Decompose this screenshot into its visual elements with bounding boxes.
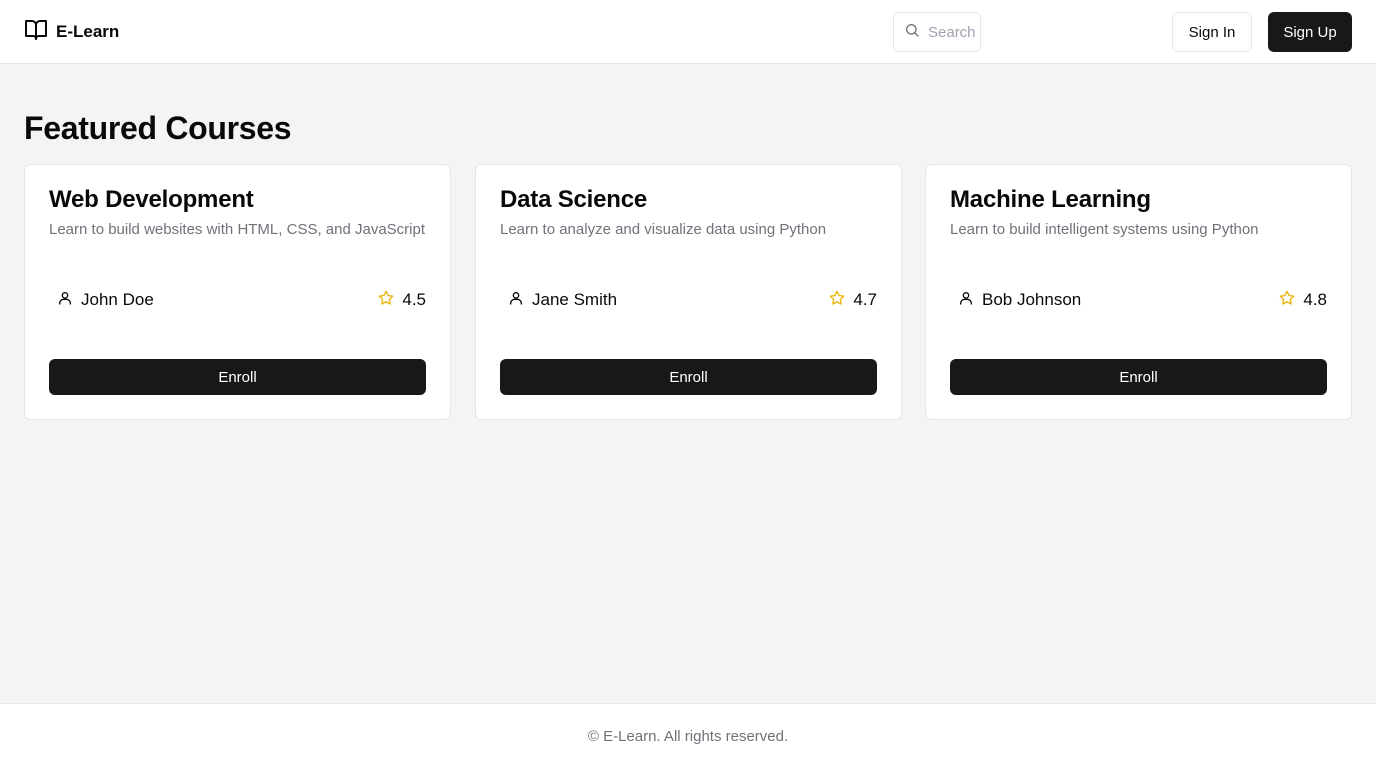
course-meta: Jane Smith 4.7	[500, 289, 877, 311]
course-card: Data Science Learn to analyze and visual…	[475, 164, 902, 420]
course-rating: 4.8	[1271, 290, 1327, 311]
star-icon	[1279, 290, 1295, 311]
course-description: Learn to build websites with HTML, CSS, …	[49, 221, 426, 238]
search-input[interactable]	[928, 23, 976, 41]
footer: © E-Learn. All rights reserved.	[0, 703, 1376, 768]
instructor-name: Bob Johnson	[982, 290, 1082, 309]
top-navbar: E-Learn Sign In Sign Up	[0, 0, 1376, 64]
rating-value: 4.7	[853, 290, 877, 309]
rating-value: 4.8	[1303, 290, 1327, 309]
instructor-name: John Doe	[81, 290, 154, 309]
course-instructor: Jane Smith	[500, 290, 617, 311]
instructor-name: Jane Smith	[532, 290, 618, 309]
enroll-button[interactable]: Enroll	[500, 359, 877, 395]
course-rating: 4.7	[821, 290, 877, 311]
enroll-button[interactable]: Enroll	[950, 359, 1327, 395]
brand[interactable]: E-Learn	[24, 18, 120, 47]
star-icon	[829, 290, 845, 311]
course-title: Web Development	[49, 186, 254, 213]
book-open-icon	[24, 18, 48, 47]
sign-in-button[interactable]: Sign In	[1172, 12, 1252, 52]
star-icon	[378, 290, 394, 311]
page-title: Featured Courses	[24, 110, 292, 146]
copyright-text: © E-Learn. All rights reserved.	[587, 727, 789, 745]
user-icon	[508, 290, 524, 311]
sign-up-button[interactable]: Sign Up	[1268, 12, 1352, 52]
course-grid: Web Development Learn to build websites …	[24, 164, 1352, 420]
course-instructor: John Doe	[49, 290, 154, 311]
rating-value: 4.5	[402, 290, 426, 309]
enroll-button[interactable]: Enroll	[49, 359, 426, 395]
search-box[interactable]	[893, 12, 981, 52]
brand-name: E-Learn	[56, 22, 120, 41]
course-description: Learn to analyze and visualize data usin…	[500, 221, 827, 238]
course-instructor: Bob Johnson	[950, 290, 1081, 311]
user-icon	[958, 290, 974, 311]
course-card: Machine Learning Learn to build intellig…	[925, 164, 1352, 420]
course-card: Web Development Learn to build websites …	[24, 164, 451, 420]
course-meta: John Doe 4.5	[49, 289, 426, 311]
search-icon	[894, 22, 920, 43]
user-icon	[57, 290, 73, 311]
course-rating: 4.5	[370, 290, 426, 311]
course-description: Learn to build intelligent systems using…	[950, 221, 1259, 238]
course-title: Data Science	[500, 186, 648, 213]
course-title: Machine Learning	[950, 186, 1151, 213]
course-meta: Bob Johnson 4.8	[950, 289, 1327, 311]
